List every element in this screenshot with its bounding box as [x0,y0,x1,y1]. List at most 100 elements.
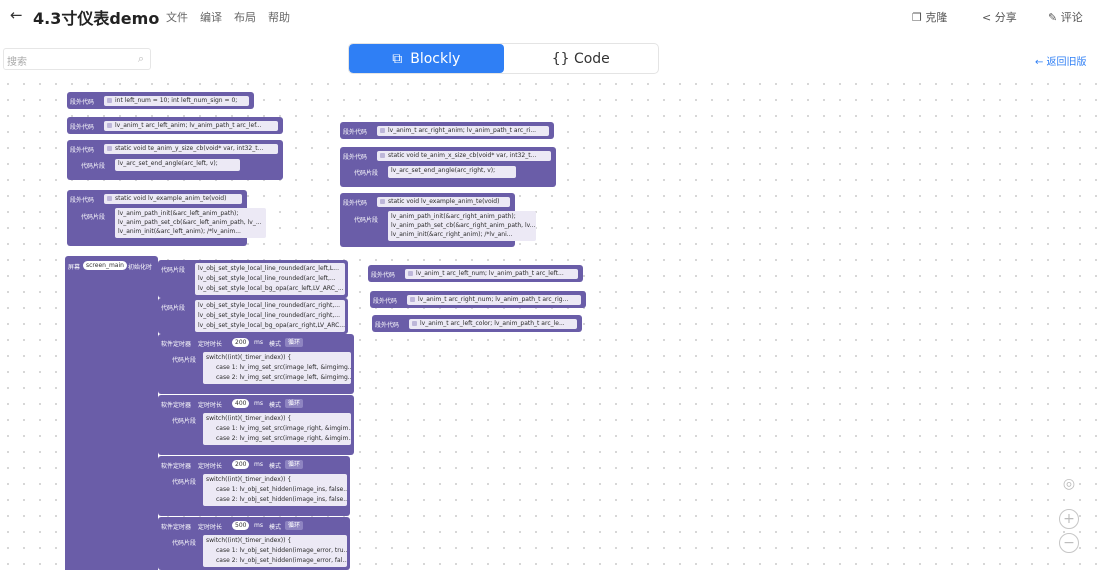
timer-block[interactable]: 软件定时器 定时时长 200 ms 模式 循环 代码片段 switch((int… [158,456,350,516]
code-field[interactable]: static void lv_example_anim_te(void) [377,197,510,207]
code-text: static void te_anim_y_size_cb(void* var,… [115,145,264,152]
code-line: case 2: lv_obj_set_hidden(image_error, f… [216,557,347,564]
duration-field[interactable]: 400 [232,399,250,408]
tab-blockly[interactable]: ⧉ Blockly [349,44,504,73]
code-line: lv_anim_init(&arc_left_anim); /*lv_anim.… [118,228,241,235]
code-line: case 2: lv_img_set_src(image_left, &imgi… [216,374,351,381]
code-field[interactable]: lv_anim_t arc_right_num; lv_anim_path_t … [407,295,581,305]
timer-block[interactable]: 软件定时器 定时时长 200 ms 模式 循环 代码片段 switch((int… [158,334,354,394]
duration-field[interactable]: 500 [232,521,250,530]
code-text: lv_anim_t arc_right_anim; lv_anim_path_t… [388,127,537,134]
code-block[interactable]: 段外代码 lv_anim_t arc_right_anim; lv_anim_p… [340,122,554,139]
duration-field[interactable]: 200 [232,338,250,347]
code-line: case 1: lv_img_set_src(image_left, &imgi… [216,364,351,371]
screen-label: 屏幕 [68,264,81,271]
code-line: switch((int)(_timer_index)) { [206,354,292,361]
puzzle-icon: ⧉ [392,50,403,67]
code-field[interactable]: lv_anim_t arc_left_num; lv_anim_path_t a… [405,269,578,279]
snippet-label: 代码片段 [354,217,379,224]
mode-dropdown[interactable]: 循环 [285,460,304,469]
snippet-field[interactable]: switch((int)(_timer_index)) { case 1: lv… [203,535,347,567]
code-text: int left_num = 10; int left_num_sign = 0… [115,97,238,104]
code-field[interactable]: lv_anim_t arc_right_anim; lv_anim_path_t… [377,126,549,136]
code-text: static void lv_example_anim_te(void) [115,195,227,202]
search-placeholder: 搜索 [7,57,27,68]
duration-field[interactable]: 200 [232,460,250,469]
block-label: 段外代码 [343,129,368,136]
top-bar: ← 4.3寸仪表demo 文件 编译 布局 帮助 ❐ 克隆 < 分享 ✎ 评论 [0,0,1097,32]
timer-label: 软件定时器 [161,341,192,348]
init-label: 初始化时 [128,264,153,271]
code-field[interactable]: static void lv_example_anim_te(void) [104,194,242,204]
code-field[interactable]: static void te_anim_y_size_cb(void* var,… [104,144,278,154]
mode-dropdown[interactable]: 循环 [285,521,304,530]
code-block[interactable]: 段外代码 int left_num = 10; int left_num_sig… [67,92,254,109]
code-field[interactable]: lv_anim_t arc_left_color; lv_anim_path_t… [409,319,577,329]
back-old-version-link[interactable]: ← 返回旧版 [1035,53,1087,68]
blockly-workspace[interactable]: 段外代码 int left_num = 10; int left_num_sig… [0,76,1097,570]
snippet-field[interactable]: switch((int)(_timer_index)) { case 1: lv… [203,474,347,506]
share-label: 分享 [994,11,1017,24]
code-line: case 2: lv_obj_set_hidden(image_ins, fal… [216,496,347,503]
zoom-in-icon[interactable]: + [1059,509,1079,529]
snippet-field[interactable]: lv_anim_path_init(&arc_right_anim_path);… [388,211,536,241]
recenter-icon[interactable]: ◎ [1059,474,1079,494]
function-block[interactable]: 段外代码 static void lv_example_anim_te(void… [67,190,266,246]
back-arrow-icon[interactable]: ← [10,6,23,24]
duration-label: 定时时长 [198,341,223,348]
snippet-block[interactable]: 代码片段 lv_obj_set_style_local_line_rounded… [158,260,348,298]
timer-block[interactable]: 软件定时器 定时时长 400 ms 模式 循环 代码片段 switch((int… [158,395,354,455]
function-block[interactable]: 段外代码 static void lv_example_anim_te(void… [340,193,536,247]
share-button[interactable]: < 分享 [982,9,1017,25]
code-text: static void lv_example_anim_te(void) [388,198,500,205]
edit-icon: ✎ [1048,11,1058,24]
timer-block[interactable]: 软件定时器 定时时长 500 ms 模式 循环 代码片段 switch((int… [158,517,350,570]
block-label: 段外代码 [343,200,368,207]
code-line: case 1: lv_img_set_src(image_right, &img… [216,425,351,432]
code-line: lv_anim_path_init(&arc_right_anim_path); [391,213,516,220]
code-block[interactable]: 段外代码 lv_anim_t arc_left_anim; lv_anim_pa… [67,117,283,134]
function-block[interactable]: 段外代码 static void te_anim_x_size_cb(void*… [340,147,556,187]
duration-label: 定时时长 [198,402,223,409]
code-block[interactable]: 段外代码 lv_anim_t arc_left_color; lv_anim_p… [372,315,582,332]
screen-name-field[interactable]: screen_main [83,261,127,270]
snippet-field[interactable]: lv_obj_set_style_local_line_rounded(arc_… [195,263,345,295]
code-field[interactable]: int left_num = 10; int left_num_sign = 0… [104,96,249,106]
screen-block[interactable]: 屏幕 screen_main 初始化时 [65,256,158,570]
clone-button[interactable]: ❐ 克隆 [912,9,947,25]
snippet-field[interactable]: lv_obj_set_style_local_line_rounded(arc_… [195,300,345,332]
code-line: switch((int)(_timer_index)) { [206,415,292,422]
code-line: lv_obj_set_style_local_line_rounded(arc_… [198,302,341,309]
code-field[interactable]: lv_anim_t arc_left_anim; lv_anim_path_t … [104,121,278,131]
code-block[interactable]: 段外代码 lv_anim_t arc_left_num; lv_anim_pat… [368,265,583,282]
menu-compile[interactable]: 编译 [200,9,222,25]
menu-file[interactable]: 文件 [166,9,188,25]
search-input[interactable]: 搜索 ⌕ [3,48,151,70]
code-text: lv_anim_t arc_left_num; lv_anim_path_t a… [416,270,564,277]
mode-label: 模式 [269,402,282,409]
menu-layout[interactable]: 布局 [234,9,256,25]
code-line: lv_obj_set_style_local_line_rounded(arc_… [198,265,339,272]
snippet-field[interactable]: lv_arc_set_end_angle(arc_right, v); [388,166,516,178]
snippet-field[interactable]: switch((int)(_timer_index)) { case 1: lv… [203,352,351,384]
block-label: 段外代码 [373,298,398,305]
code-line: lv_anim_init(&arc_right_anim); /*lv_ani.… [391,231,513,238]
snippet-field[interactable]: switch((int)(_timer_index)) { case 1: lv… [203,413,351,445]
snippet-field[interactable]: lv_anim_path_init(&arc_left_anim_path); … [115,208,266,238]
code-text: static void te_anim_x_size_cb(void* var,… [388,152,537,159]
function-block[interactable]: 段外代码 static void te_anim_y_size_cb(void*… [67,140,283,180]
snippet-block[interactable]: 代码片段 lv_obj_set_style_local_line_rounded… [158,298,348,334]
comment-button[interactable]: ✎ 评论 [1048,9,1083,25]
snippet-field[interactable]: lv_arc_set_end_angle(arc_left, v); [115,159,240,171]
block-label: 段外代码 [70,147,95,154]
snippet-label: 代码片段 [81,163,106,170]
clone-label: 克隆 [925,11,948,24]
zoom-out-icon[interactable]: − [1059,533,1079,553]
code-field[interactable]: static void te_anim_x_size_cb(void* var,… [377,151,551,161]
mode-dropdown[interactable]: 循环 [285,399,304,408]
mode-dropdown[interactable]: 循环 [285,338,304,347]
snippet-label: 代码片段 [81,214,106,221]
code-block[interactable]: 段外代码 lv_anim_t arc_right_num; lv_anim_pa… [370,291,586,308]
tab-code[interactable]: {} Code [504,44,659,73]
menu-help[interactable]: 帮助 [268,9,290,25]
